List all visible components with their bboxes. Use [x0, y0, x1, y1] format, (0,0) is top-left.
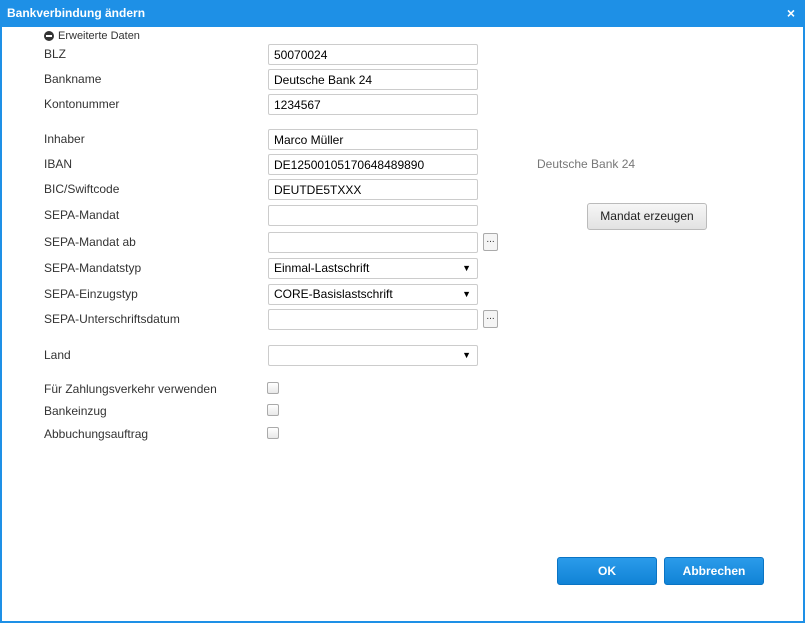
bank-dialog: Bankverbindung ändern × Erweiterte Daten… [0, 0, 805, 623]
blz-label: BLZ [44, 47, 67, 61]
sepa-unterschriftsdatum-date-picker-button[interactable]: ... [483, 310, 498, 328]
advanced-data-toggle[interactable]: Erweiterte Daten [44, 29, 140, 43]
zahlungsverkehr-label: Für Zahlungsverkehr verwenden [44, 382, 217, 396]
sepa-unterschriftsdatum-input[interactable] [268, 309, 478, 330]
sepa-einzugstyp-label: SEPA-Einzugstyp [44, 287, 138, 301]
iban-bank-hint: Deutsche Bank 24 [537, 157, 636, 171]
sepa-unterschriftsdatum-label: SEPA-Unterschriftsdatum [44, 312, 180, 326]
iban-input[interactable] [268, 154, 478, 175]
sepa-mandat-input[interactable] [268, 205, 478, 226]
zahlungsverkehr-checkbox[interactable] [267, 382, 279, 394]
chevron-down-icon: ▼ [462, 263, 471, 273]
sepa-mandat-ab-date-picker-button[interactable]: ... [483, 233, 498, 251]
inhaber-label: Inhaber [44, 132, 85, 146]
iban-label: IBAN [44, 157, 73, 171]
blz-input[interactable] [268, 44, 478, 65]
bankeinzug-label: Bankeinzug [44, 404, 107, 418]
dialog-titlebar[interactable]: Bankverbindung ändern × [2, 0, 805, 27]
chevron-down-icon: ▼ [462, 289, 471, 299]
chevron-down-icon: ▼ [462, 350, 471, 360]
sepa-einzugstyp-select[interactable]: CORE-Basislastschrift ▼ [268, 284, 478, 305]
land-label: Land [44, 348, 71, 362]
sepa-mandatstyp-select[interactable]: Einmal-Lastschrift ▼ [268, 258, 478, 279]
advanced-data-label: Erweiterte Daten [58, 30, 140, 42]
bankeinzug-checkbox[interactable] [267, 404, 279, 416]
sepa-mandat-ab-input[interactable] [268, 232, 478, 253]
bic-label: BIC/Swiftcode [44, 182, 120, 196]
minus-circle-icon [44, 31, 54, 41]
cancel-button[interactable]: Abbrechen [664, 557, 764, 585]
dialog-title: Bankverbindung ändern [7, 6, 146, 20]
ok-button[interactable]: OK [557, 557, 657, 585]
mandat-erzeugen-button[interactable]: Mandat erzeugen [587, 203, 707, 230]
sepa-mandatstyp-value: Einmal-Lastschrift [274, 261, 370, 275]
sepa-mandatstyp-label: SEPA-Mandatstyp [44, 261, 142, 275]
bankname-input[interactable] [268, 69, 478, 90]
bic-input[interactable] [268, 179, 478, 200]
close-icon[interactable]: × [783, 5, 799, 21]
bankname-label: Bankname [44, 72, 102, 86]
inhaber-input[interactable] [268, 129, 478, 150]
sepa-einzugstyp-value: CORE-Basislastschrift [274, 287, 393, 301]
abbuchungsauftrag-checkbox[interactable] [267, 427, 279, 439]
kontonummer-label: Kontonummer [44, 97, 120, 111]
kontonummer-input[interactable] [268, 94, 478, 115]
sepa-mandat-ab-label: SEPA-Mandat ab [44, 235, 136, 249]
sepa-mandat-label: SEPA-Mandat [44, 208, 120, 222]
abbuchungsauftrag-label: Abbuchungsauftrag [44, 427, 149, 441]
land-select[interactable]: ▼ [268, 345, 478, 366]
